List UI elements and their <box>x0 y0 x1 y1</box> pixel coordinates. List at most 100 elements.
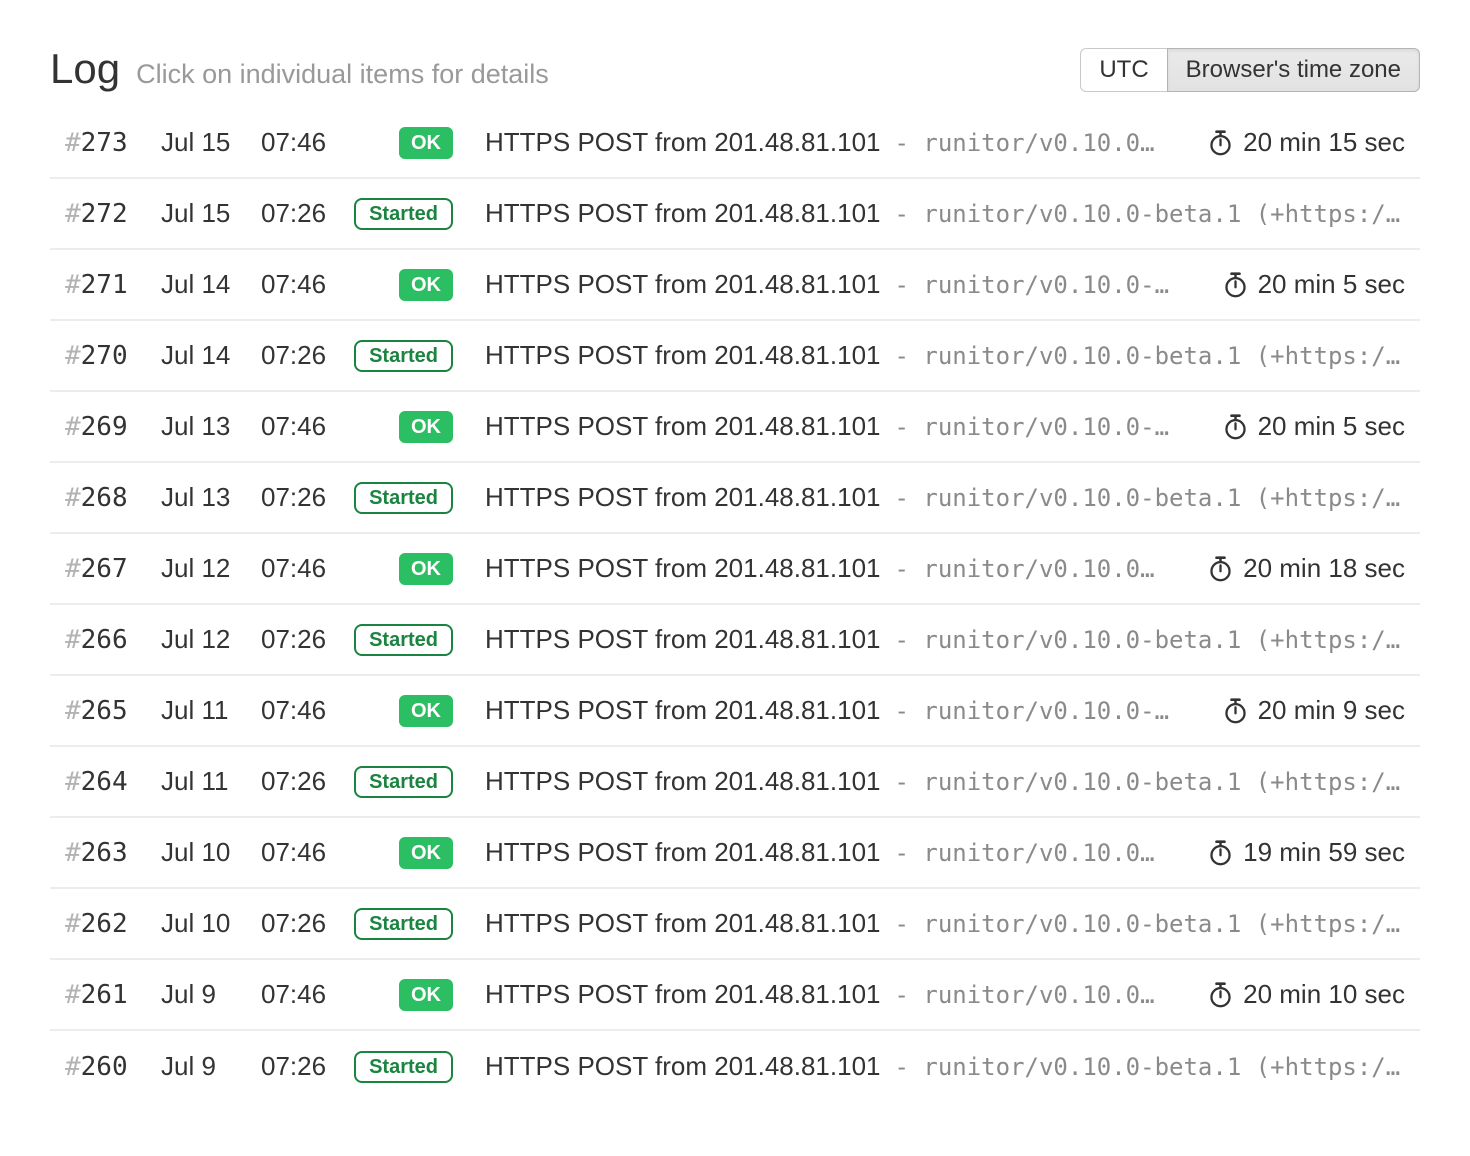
status-badge: OK <box>399 553 453 585</box>
duration-text: 19 min 59 sec <box>1243 837 1405 868</box>
utc-button[interactable]: UTC <box>1080 48 1166 92</box>
log-row[interactable]: #260 Jul 9 07:26 Started HTTPS POST from… <box>50 1031 1420 1102</box>
hash-prefix: # <box>65 909 81 939</box>
event-number: #265 <box>65 696 161 726</box>
user-agent: - runitor/v0.10.0… <box>894 839 1154 867</box>
event-duration: 20 min 18 sec <box>1187 553 1405 584</box>
log-row[interactable]: #272 Jul 15 07:26 Started HTTPS POST fro… <box>50 179 1420 250</box>
user-agent: - runitor/v0.10.0… <box>894 555 1154 583</box>
event-description: HTTPS POST from 201.48.81.101 <box>485 1051 880 1082</box>
event-summary: HTTPS POST from 201.48.81.101 - runitor/… <box>485 624 1405 655</box>
duration-text: 20 min 9 sec <box>1258 695 1405 726</box>
event-date: Jul 12 <box>161 553 261 584</box>
log-row[interactable]: #261 Jul 9 07:46 OK HTTPS POST from 201.… <box>50 960 1420 1031</box>
log-row[interactable]: #271 Jul 14 07:46 OK HTTPS POST from 201… <box>50 250 1420 321</box>
event-time: 07:46 <box>261 127 327 158</box>
event-number: #273 <box>65 128 161 158</box>
event-duration: 20 min 15 sec <box>1187 127 1405 158</box>
event-description: HTTPS POST from 201.48.81.101 <box>485 979 880 1010</box>
event-number: #271 <box>65 270 161 300</box>
event-summary: HTTPS POST from 201.48.81.101 - runitor/… <box>485 695 1405 726</box>
event-summary: HTTPS POST from 201.48.81.101 - runitor/… <box>485 269 1405 300</box>
hash-prefix: # <box>65 199 81 229</box>
event-description: HTTPS POST from 201.48.81.101 <box>485 624 880 655</box>
status-badge: Started <box>354 1051 453 1083</box>
event-description: HTTPS POST from 201.48.81.101 <box>485 837 880 868</box>
status-badge: Started <box>354 624 453 656</box>
hash-prefix: # <box>65 980 81 1010</box>
event-number: #260 <box>65 1052 161 1082</box>
status-badge: Started <box>354 340 453 372</box>
event-summary: HTTPS POST from 201.48.81.101 - runitor/… <box>485 979 1405 1010</box>
event-number: #270 <box>65 341 161 371</box>
hash-prefix: # <box>65 270 81 300</box>
event-date: Jul 15 <box>161 127 261 158</box>
event-summary: HTTPS POST from 201.48.81.101 - runitor/… <box>485 411 1405 442</box>
user-agent: - runitor/v0.10.0-beta.1 (+https:/… <box>894 484 1400 512</box>
event-summary: HTTPS POST from 201.48.81.101 - runitor/… <box>485 127 1405 158</box>
page-subtitle: Click on individual items for details <box>136 59 549 90</box>
event-time: 07:26 <box>261 766 327 797</box>
status-cell: OK <box>327 695 453 727</box>
status-badge: OK <box>399 837 453 869</box>
duration-text: 20 min 18 sec <box>1243 553 1405 584</box>
log-row[interactable]: #266 Jul 12 07:26 Started HTTPS POST fro… <box>50 605 1420 676</box>
event-date: Jul 14 <box>161 340 261 371</box>
duration-text: 20 min 5 sec <box>1258 269 1405 300</box>
hash-prefix: # <box>65 412 81 442</box>
user-agent: - runitor/v0.10.0-… <box>894 413 1169 441</box>
hash-prefix: # <box>65 625 81 655</box>
stopwatch-icon <box>1207 555 1234 582</box>
event-time: 07:26 <box>261 482 327 513</box>
event-summary: HTTPS POST from 201.48.81.101 - runitor/… <box>485 908 1405 939</box>
status-cell: Started <box>327 908 453 940</box>
event-description: HTTPS POST from 201.48.81.101 <box>485 482 880 513</box>
log-row[interactable]: #265 Jul 11 07:46 OK HTTPS POST from 201… <box>50 676 1420 747</box>
log-row[interactable]: #267 Jul 12 07:46 OK HTTPS POST from 201… <box>50 534 1420 605</box>
user-agent: - runitor/v0.10.0-… <box>894 271 1169 299</box>
event-time: 07:26 <box>261 624 327 655</box>
hash-prefix: # <box>65 483 81 513</box>
event-time: 07:46 <box>261 695 327 726</box>
duration-text: 20 min 5 sec <box>1258 411 1405 442</box>
event-summary: HTTPS POST from 201.48.81.101 - runitor/… <box>485 766 1405 797</box>
event-time: 07:46 <box>261 411 327 442</box>
status-badge: OK <box>399 411 453 443</box>
log-row[interactable]: #263 Jul 10 07:46 OK HTTPS POST from 201… <box>50 818 1420 889</box>
event-number: #272 <box>65 199 161 229</box>
log-row[interactable]: #273 Jul 15 07:46 OK HTTPS POST from 201… <box>50 108 1420 179</box>
status-cell: OK <box>327 411 453 443</box>
log-rows: #273 Jul 15 07:46 OK HTTPS POST from 201… <box>50 108 1420 1102</box>
event-time: 07:26 <box>261 1051 327 1082</box>
duration-text: 20 min 15 sec <box>1243 127 1405 158</box>
log-table: #273 Jul 15 07:46 OK HTTPS POST from 201… <box>50 108 1420 1102</box>
log-row[interactable]: #269 Jul 13 07:46 OK HTTPS POST from 201… <box>50 392 1420 463</box>
event-summary: HTTPS POST from 201.48.81.101 - runitor/… <box>485 482 1405 513</box>
user-agent: - runitor/v0.10.0… <box>894 981 1154 1009</box>
user-agent: - runitor/v0.10.0-beta.1 (+https:/… <box>894 342 1400 370</box>
log-row[interactable]: #264 Jul 11 07:26 Started HTTPS POST fro… <box>50 747 1420 818</box>
event-number: #269 <box>65 412 161 442</box>
log-row[interactable]: #268 Jul 13 07:26 Started HTTPS POST fro… <box>50 463 1420 534</box>
user-agent: - runitor/v0.10.0-beta.1 (+https:/… <box>894 910 1400 938</box>
event-description: HTTPS POST from 201.48.81.101 <box>485 340 880 371</box>
log-row[interactable]: #270 Jul 14 07:26 Started HTTPS POST fro… <box>50 321 1420 392</box>
event-date: Jul 10 <box>161 837 261 868</box>
status-badge: OK <box>399 979 453 1011</box>
event-summary: HTTPS POST from 201.48.81.101 - runitor/… <box>485 198 1405 229</box>
user-agent: - runitor/v0.10.0-beta.1 (+https:/… <box>894 768 1400 796</box>
event-description: HTTPS POST from 201.48.81.101 <box>485 766 880 797</box>
log-row[interactable]: #262 Jul 10 07:26 Started HTTPS POST fro… <box>50 889 1420 960</box>
hash-prefix: # <box>65 341 81 371</box>
browsers-time-zone-button[interactable]: Browser's time zone <box>1167 48 1420 92</box>
status-cell: OK <box>327 553 453 585</box>
event-summary: HTTPS POST from 201.48.81.101 - runitor/… <box>485 1051 1405 1082</box>
status-cell: Started <box>327 340 453 372</box>
user-agent: - runitor/v0.10.0-… <box>894 697 1169 725</box>
duration-text: 20 min 10 sec <box>1243 979 1405 1010</box>
event-summary: HTTPS POST from 201.48.81.101 - runitor/… <box>485 340 1405 371</box>
event-duration: 20 min 5 sec <box>1202 411 1405 442</box>
event-duration: 19 min 59 sec <box>1187 837 1405 868</box>
event-number: #266 <box>65 625 161 655</box>
user-agent: - runitor/v0.10.0-beta.1 (+https:/… <box>894 626 1400 654</box>
